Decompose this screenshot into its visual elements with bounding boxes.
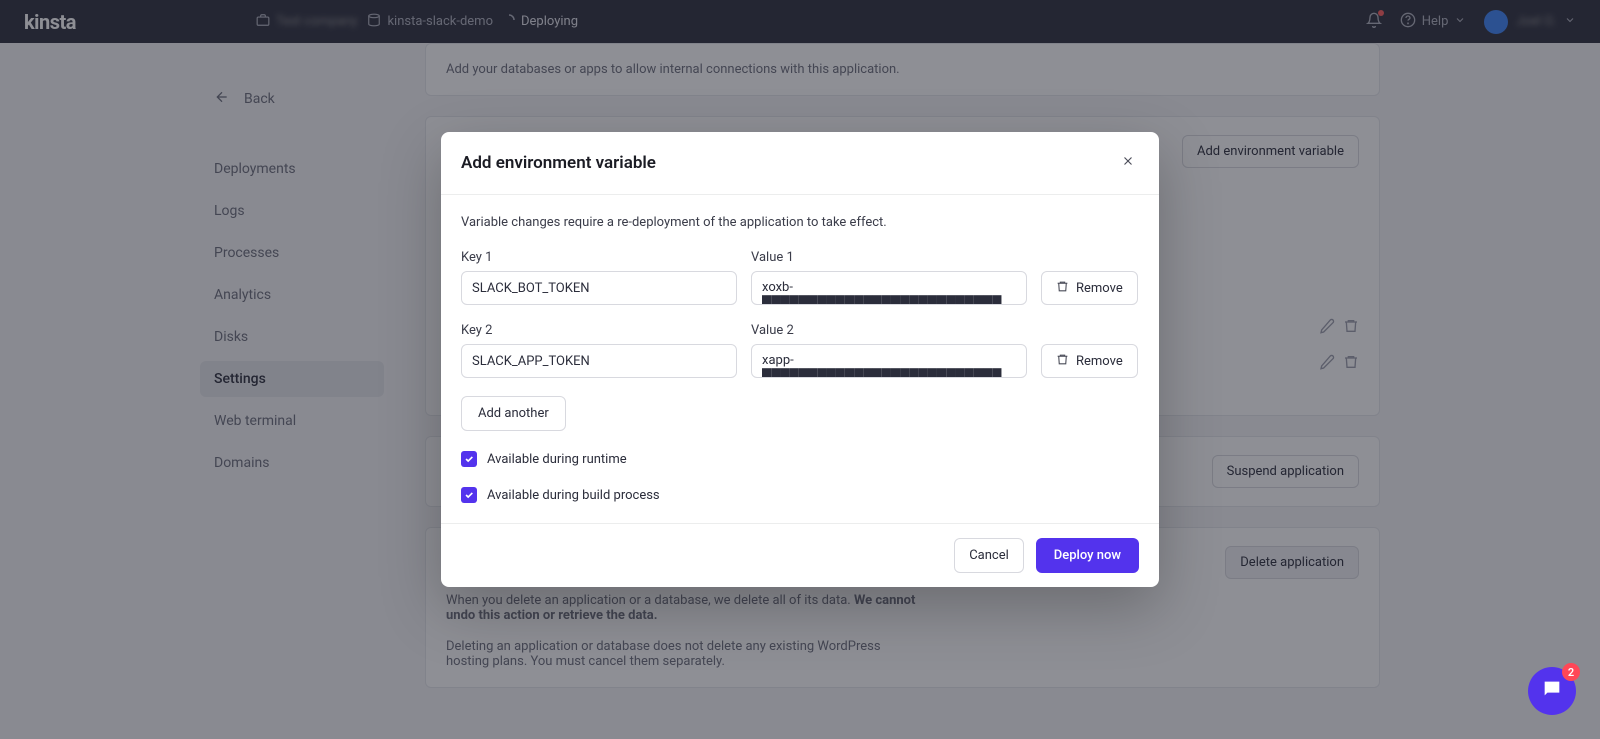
key-2-label: Key 2: [461, 323, 737, 338]
key-1-label: Key 1: [461, 250, 737, 265]
value-1-input[interactable]: <span class="redacted"></span>: [751, 271, 1027, 305]
trash-icon: [1056, 353, 1069, 370]
add-another-button[interactable]: Add another: [461, 396, 566, 431]
trash-icon: [1056, 280, 1069, 297]
add-env-variable-modal: Add environment variable Variable change…: [441, 132, 1159, 587]
env-row-2: Key 2 Value 2 Remove: [461, 323, 1139, 378]
chat-icon: [1541, 678, 1563, 704]
value-2-field: Value 2: [751, 323, 1027, 378]
modal-hint: Variable changes require a re-deployment…: [461, 215, 1139, 230]
modal-header: Add environment variable: [441, 132, 1159, 195]
checkbox-checked-icon: [461, 451, 477, 467]
remove-label: Remove: [1076, 281, 1123, 296]
modal-title: Add environment variable: [461, 153, 656, 173]
key-2-input[interactable]: [461, 344, 737, 378]
close-button[interactable]: [1117, 150, 1139, 176]
checkbox-checked-icon: [461, 487, 477, 503]
chat-badge: 2: [1562, 663, 1580, 681]
value-2-input[interactable]: [751, 344, 1027, 378]
key-2-field: Key 2: [461, 323, 737, 378]
deploy-now-button[interactable]: Deploy now: [1036, 538, 1139, 573]
available-runtime-checkbox[interactable]: Available during runtime: [461, 451, 1139, 467]
remove-button-1[interactable]: Remove: [1041, 271, 1138, 305]
available-build-label: Available during build process: [487, 488, 660, 503]
remove-button-2[interactable]: Remove: [1041, 344, 1138, 378]
key-1-input[interactable]: [461, 271, 737, 305]
available-runtime-label: Available during runtime: [487, 452, 627, 467]
modal-overlay[interactable]: Add environment variable Variable change…: [0, 0, 1600, 739]
close-icon: [1121, 157, 1135, 172]
remove-label: Remove: [1076, 354, 1123, 369]
available-build-checkbox[interactable]: Available during build process: [461, 487, 1139, 503]
value-2-label: Value 2: [751, 323, 1027, 338]
env-row-1: Key 1 Value 1 <span class="redacted"></s…: [461, 250, 1139, 305]
key-1-field: Key 1: [461, 250, 737, 305]
cancel-button[interactable]: Cancel: [954, 538, 1024, 573]
chat-widget[interactable]: 2: [1528, 667, 1576, 715]
modal-footer: Cancel Deploy now: [441, 523, 1159, 587]
value-1-field: Value 1 <span class="redacted"></span>: [751, 250, 1027, 305]
value-1-label: Value 1: [751, 250, 1027, 265]
modal-body: Variable changes require a re-deployment…: [441, 195, 1159, 523]
